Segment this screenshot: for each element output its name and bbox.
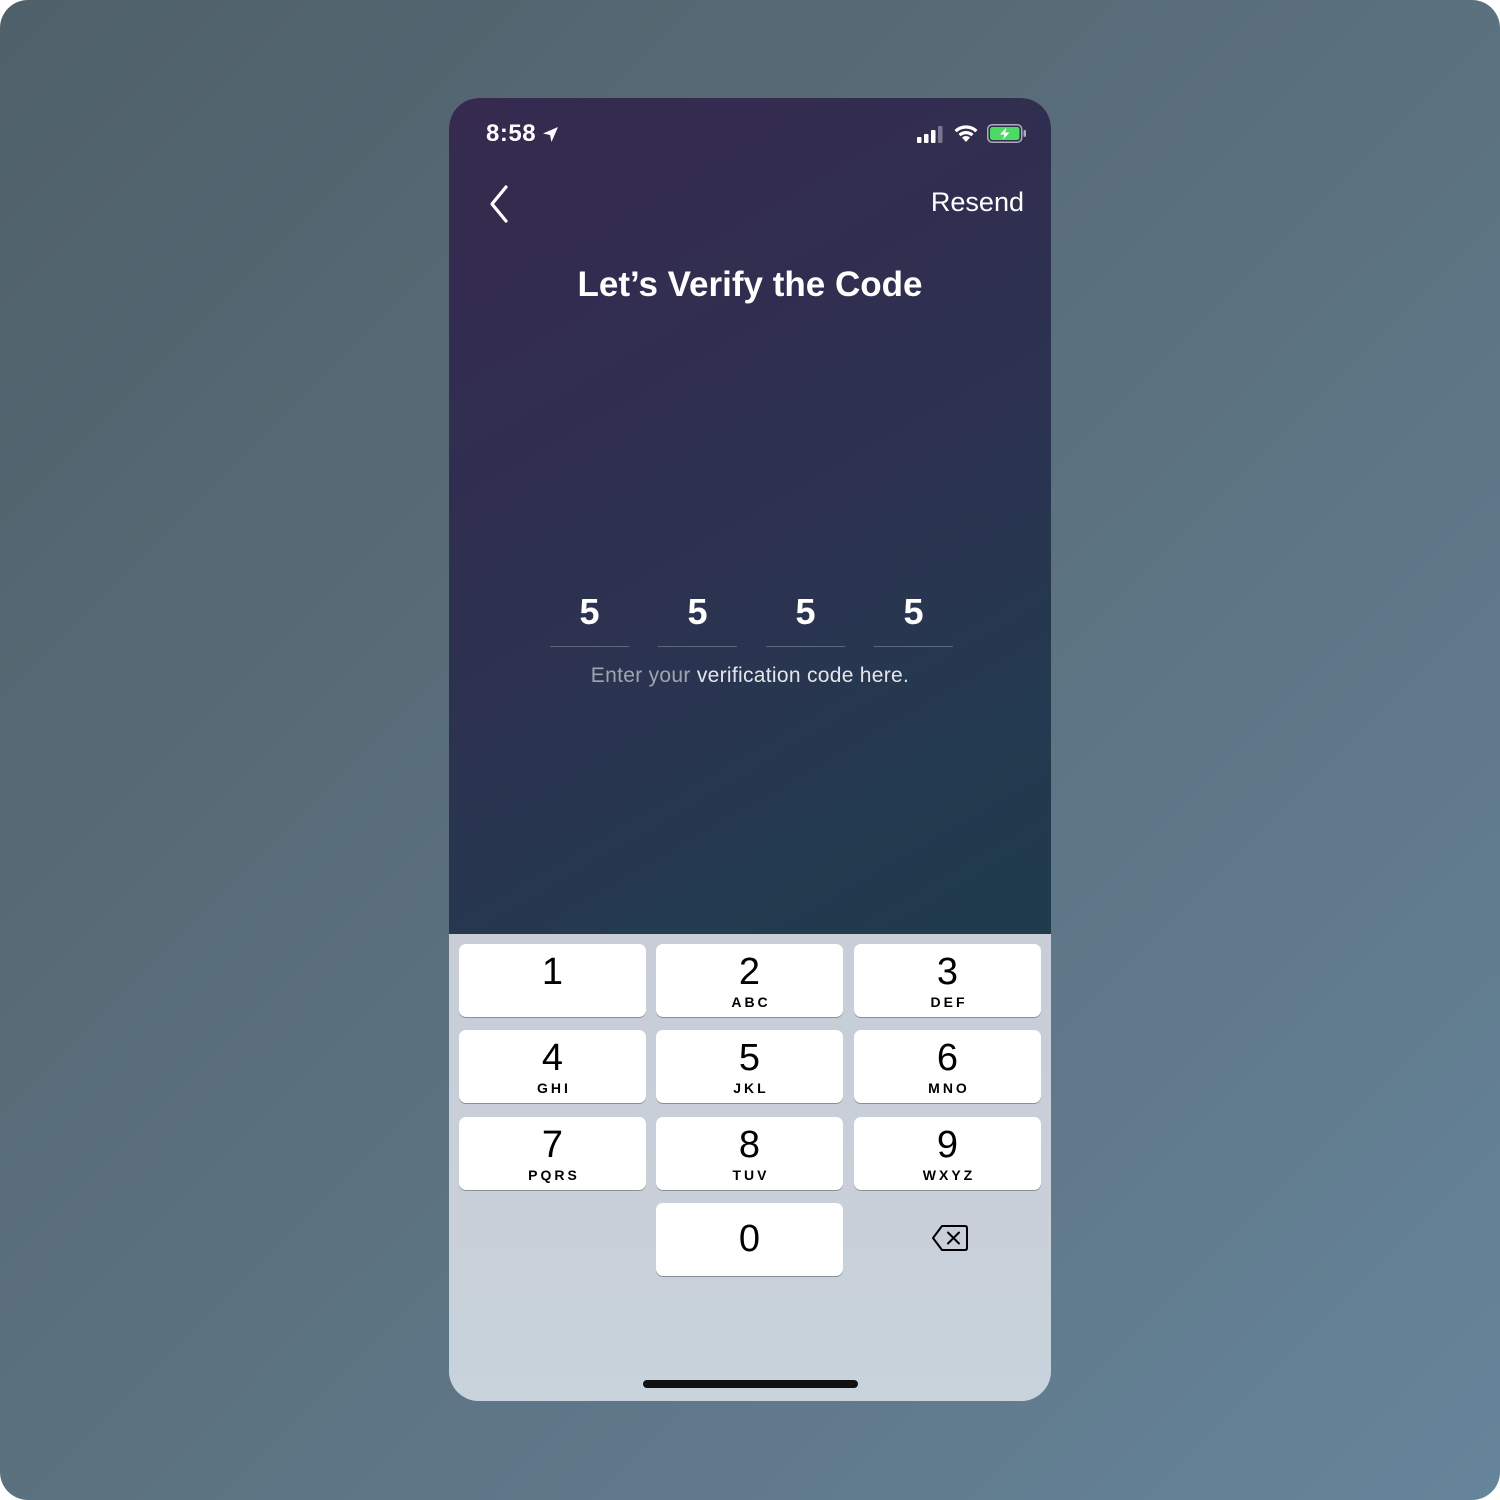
key-number: 0 [738,1218,761,1260]
key-number: 3 [936,951,959,993]
key-9[interactable]: 9 WXYZ [854,1117,1041,1190]
numeric-keypad: 1 2 ABC 3 DEF 4 GHI 5 JKL 6 MNO 7 PQRS 8… [449,934,1051,1401]
key-number: 7 [541,1124,564,1166]
delete-button[interactable] [902,1216,998,1260]
page-title: Let’s Verify the Code [577,265,923,304]
signal-icon [917,125,943,143]
chevron-left-icon [490,185,508,223]
verification-screen: 8:58 Resend Let’s Verify the Code 5 5 5 … [449,98,1051,934]
back-button[interactable] [479,182,519,226]
key-number: 2 [738,951,761,993]
key-number: 5 [738,1037,761,1079]
key-5[interactable]: 5 JKL [656,1030,843,1103]
key-letters: GHI [537,1080,571,1096]
location-arrow-icon [543,126,559,142]
key-7[interactable]: 7 PQRS [459,1117,646,1190]
status-icons [917,124,1027,143]
key-3[interactable]: 3 DEF [854,944,1041,1017]
code-digit: 5 [579,591,600,632]
phone-screen: 8:58 Resend Let’s Verify the Code 5 5 5 … [449,98,1051,1401]
key-number: 4 [541,1037,564,1079]
battery-charging-icon [987,124,1026,143]
code-digit-field[interactable]: 5 [658,588,737,647]
key-number: 6 [936,1037,959,1079]
key-letters: JKL [733,1080,769,1096]
key-4[interactable]: 4 GHI [459,1030,646,1103]
code-digit: 5 [795,591,816,632]
hint-text: Enter your verification code here. [449,664,1051,688]
backspace-icon [932,1225,968,1251]
key-letters: MNO [928,1080,970,1096]
code-digit: 5 [687,591,708,632]
code-digit-field[interactable]: 5 [550,588,629,647]
home-indicator[interactable] [643,1380,858,1388]
key-1[interactable]: 1 [459,944,646,1017]
status-time-label: 8:58 [486,120,537,147]
hint-bright-text: verification code here. [696,664,910,687]
key-number: 1 [541,951,564,993]
key-0[interactable]: 0 [656,1203,843,1276]
key-number: 9 [936,1124,959,1166]
code-digit-field[interactable]: 5 [766,588,845,647]
key-letters: DEF [930,994,968,1010]
status-time: 8:58 [486,120,559,148]
resend-button[interactable]: Resend [931,187,1024,218]
hint-dim-text: Enter your [590,664,691,687]
background: 8:58 Resend Let’s Verify the Code 5 5 5 … [0,0,1500,1500]
key-letters: PQRS [528,1167,580,1183]
key-8[interactable]: 8 TUV [656,1117,843,1190]
key-6[interactable]: 6 MNO [854,1030,1041,1103]
wifi-icon [954,125,978,142]
key-letters: ABC [731,994,771,1010]
code-digit: 5 [903,591,924,632]
key-letters: WXYZ [922,1167,976,1183]
code-digit-field[interactable]: 5 [874,588,953,647]
key-letters: TUV [732,1167,770,1183]
key-2[interactable]: 2 ABC [656,944,843,1017]
verification-code-input[interactable]: 5 5 5 5 [550,588,953,647]
key-number: 8 [738,1124,761,1166]
